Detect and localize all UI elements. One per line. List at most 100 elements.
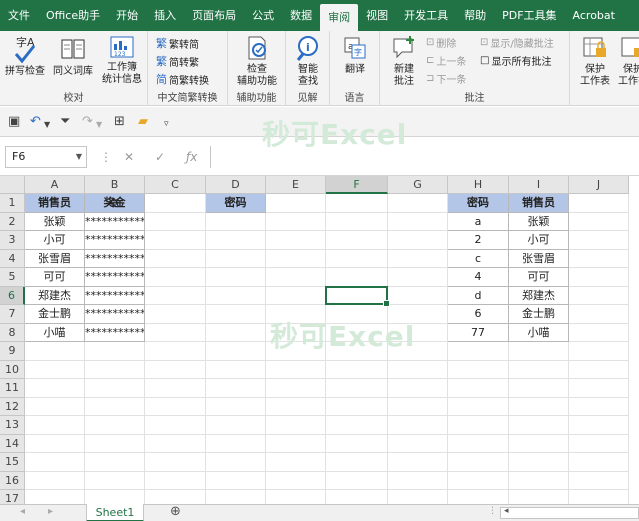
column-header-B[interactable]: B — [85, 176, 145, 194]
cell-empty[interactable] — [85, 360, 145, 379]
header-salesperson-2[interactable]: 销售员 — [509, 194, 569, 213]
cell-empty[interactable] — [145, 305, 206, 324]
header-salesperson[interactable]: 销售员 — [25, 194, 85, 213]
row-header-15[interactable]: 15 — [0, 453, 25, 472]
active-cell-selection[interactable] — [325, 285, 390, 307]
cell-empty[interactable] — [25, 342, 85, 361]
hscroll-left-icon[interactable]: ◂ — [504, 506, 509, 516]
column-header-G[interactable]: G — [388, 176, 448, 194]
bonus-cell[interactable]: *********** — [85, 249, 145, 268]
cell-empty[interactable] — [569, 286, 629, 305]
form-icon[interactable]: ⊞ — [114, 115, 125, 129]
smart-lookup-button[interactable]: i 智能 查找 — [288, 34, 328, 88]
salesperson-cell[interactable]: 张颖 — [25, 212, 85, 231]
cell-empty[interactable] — [85, 416, 145, 435]
cell-empty[interactable] — [509, 416, 569, 435]
tab-10[interactable]: 帮助 — [456, 0, 494, 31]
cell-empty[interactable] — [326, 268, 388, 287]
cell-empty[interactable] — [266, 212, 326, 231]
protect-workbook-button[interactable]: 保护工作簿 — [616, 34, 639, 88]
filter-icon[interactable]: ⏷ — [60, 115, 70, 129]
select-all-corner[interactable] — [0, 176, 25, 194]
bonus-cell[interactable]: *********** — [85, 305, 145, 324]
translate-button[interactable]: a字 翻译 — [334, 34, 376, 76]
cell-empty[interactable] — [206, 212, 266, 231]
password-cell[interactable]: 4 — [448, 268, 509, 287]
next-comment-button[interactable]: ⊐ 下一条 — [426, 71, 466, 86]
name-box-dropdown-icon[interactable]: ▼ — [76, 147, 82, 167]
cell-empty[interactable] — [569, 416, 629, 435]
cell-empty[interactable] — [266, 397, 326, 416]
cell-empty[interactable] — [266, 286, 326, 305]
bonus-cell[interactable]: *********** — [85, 231, 145, 250]
tab-5[interactable]: 公式 — [244, 0, 282, 31]
cell-empty[interactable] — [145, 286, 206, 305]
formula-input[interactable] — [210, 146, 639, 168]
cell-empty[interactable] — [25, 453, 85, 472]
cell-empty[interactable] — [266, 268, 326, 287]
cell-empty[interactable] — [145, 194, 206, 213]
show-hide-comment-button[interactable]: ⊡ 显示/隐藏批注 — [480, 35, 554, 50]
cell-empty[interactable] — [509, 360, 569, 379]
tab-0[interactable]: 文件 — [0, 0, 38, 31]
column-header-F[interactable]: F — [326, 176, 388, 194]
password-cell[interactable]: 6 — [448, 305, 509, 324]
cell-empty[interactable] — [388, 268, 448, 287]
cell-empty[interactable] — [206, 305, 266, 324]
row-header-9[interactable]: 9 — [0, 342, 25, 361]
cell-empty[interactable] — [85, 434, 145, 453]
redo-dropdown-icon[interactable]: ▼ — [96, 118, 102, 132]
cell-empty[interactable] — [569, 360, 629, 379]
cell-empty[interactable] — [388, 231, 448, 250]
column-header-C[interactable]: C — [145, 176, 206, 194]
name-box[interactable]: F6 ▼ — [5, 146, 87, 168]
cell-empty[interactable] — [388, 342, 448, 361]
row-header-10[interactable]: 10 — [0, 360, 25, 379]
cell-empty[interactable] — [266, 453, 326, 472]
cell-empty[interactable] — [326, 416, 388, 435]
cell-empty[interactable] — [206, 286, 266, 305]
cell-empty[interactable] — [206, 397, 266, 416]
cell-empty[interactable] — [85, 342, 145, 361]
salesperson2-cell[interactable]: 小喵 — [509, 323, 569, 342]
cell-empty[interactable] — [509, 434, 569, 453]
undo-icon[interactable]: ↶ — [30, 115, 41, 129]
cell-empty[interactable] — [448, 416, 509, 435]
cell-empty[interactable] — [145, 453, 206, 472]
cell-empty[interactable] — [326, 397, 388, 416]
bonus-cell[interactable]: *********** — [85, 268, 145, 287]
salesperson2-cell[interactable]: 郑建杰 — [509, 286, 569, 305]
cell-empty[interactable] — [448, 397, 509, 416]
tab-4[interactable]: 页面布局 — [184, 0, 244, 31]
tab-7[interactable]: 审阅 — [320, 4, 359, 31]
to-traditional-button[interactable]: 繁简转繁 — [156, 53, 199, 69]
cell-empty[interactable] — [266, 416, 326, 435]
cell-empty[interactable] — [25, 397, 85, 416]
cell-empty[interactable] — [266, 379, 326, 398]
column-header-A[interactable]: A — [25, 176, 85, 194]
cell-empty[interactable] — [206, 342, 266, 361]
row-header-4[interactable]: 4 — [0, 249, 25, 268]
cell-empty[interactable] — [145, 323, 206, 342]
check-accessibility-button[interactable]: 检查 辅助功能 — [232, 34, 282, 88]
cell-empty[interactable] — [85, 453, 145, 472]
cell-empty[interactable] — [206, 249, 266, 268]
horizontal-scrollbar[interactable]: ◂ — [500, 506, 639, 519]
cell-empty[interactable] — [266, 471, 326, 490]
cell-empty[interactable] — [85, 379, 145, 398]
row-header-14[interactable]: 14 — [0, 434, 25, 453]
redo-icon[interactable]: ↷ — [82, 115, 93, 129]
tab-9[interactable]: 开发工具 — [396, 0, 456, 31]
password-cell[interactable]: c — [448, 249, 509, 268]
cell-empty[interactable] — [206, 360, 266, 379]
cell-empty[interactable] — [509, 471, 569, 490]
cell-empty[interactable] — [145, 212, 206, 231]
prev-comment-button[interactable]: ⊏ 上一条 — [426, 53, 466, 68]
delete-comment-button[interactable]: ⊡ 删除 — [426, 35, 456, 50]
salesperson-cell[interactable]: 郑建杰 — [25, 286, 85, 305]
row-header-8[interactable]: 8 — [0, 323, 25, 342]
cell-empty[interactable] — [326, 471, 388, 490]
cell-empty[interactable] — [206, 416, 266, 435]
cell-empty[interactable] — [509, 397, 569, 416]
cell-empty[interactable] — [569, 379, 629, 398]
